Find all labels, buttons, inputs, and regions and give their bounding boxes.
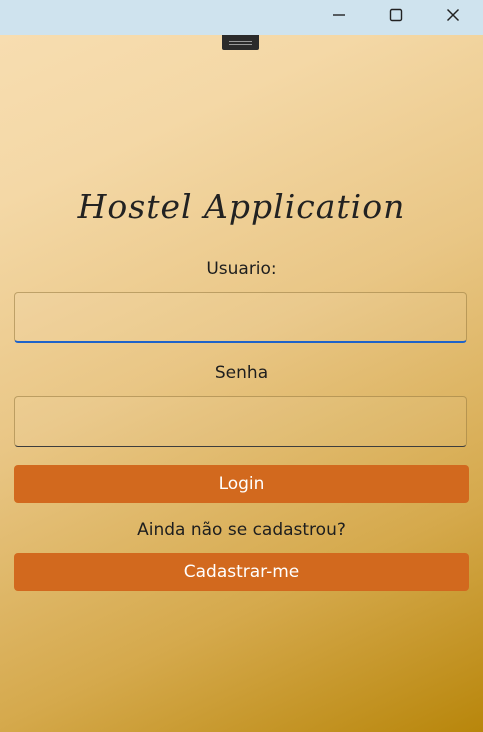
- username-field[interactable]: [14, 292, 467, 343]
- signup-button[interactable]: Cadastrar-me: [14, 553, 469, 591]
- app-title: Hostel Application: [77, 187, 406, 226]
- title-bar: [0, 0, 483, 35]
- close-button[interactable]: [425, 0, 481, 30]
- app-window: Hostel Application Usuario: Senha Login …: [0, 35, 483, 732]
- minimize-icon: [333, 14, 345, 16]
- drag-handle[interactable]: [222, 35, 259, 50]
- signup-prompt: Ainda não se cadastrou?: [137, 520, 346, 540]
- password-label: Senha: [214, 363, 269, 383]
- username-label: Usuario:: [206, 259, 277, 279]
- minimize-button[interactable]: [311, 0, 367, 30]
- login-button[interactable]: Login: [14, 465, 469, 503]
- close-icon: [446, 8, 460, 22]
- password-field[interactable]: [14, 396, 467, 447]
- maximize-button[interactable]: [368, 0, 424, 30]
- maximize-icon: [389, 8, 403, 22]
